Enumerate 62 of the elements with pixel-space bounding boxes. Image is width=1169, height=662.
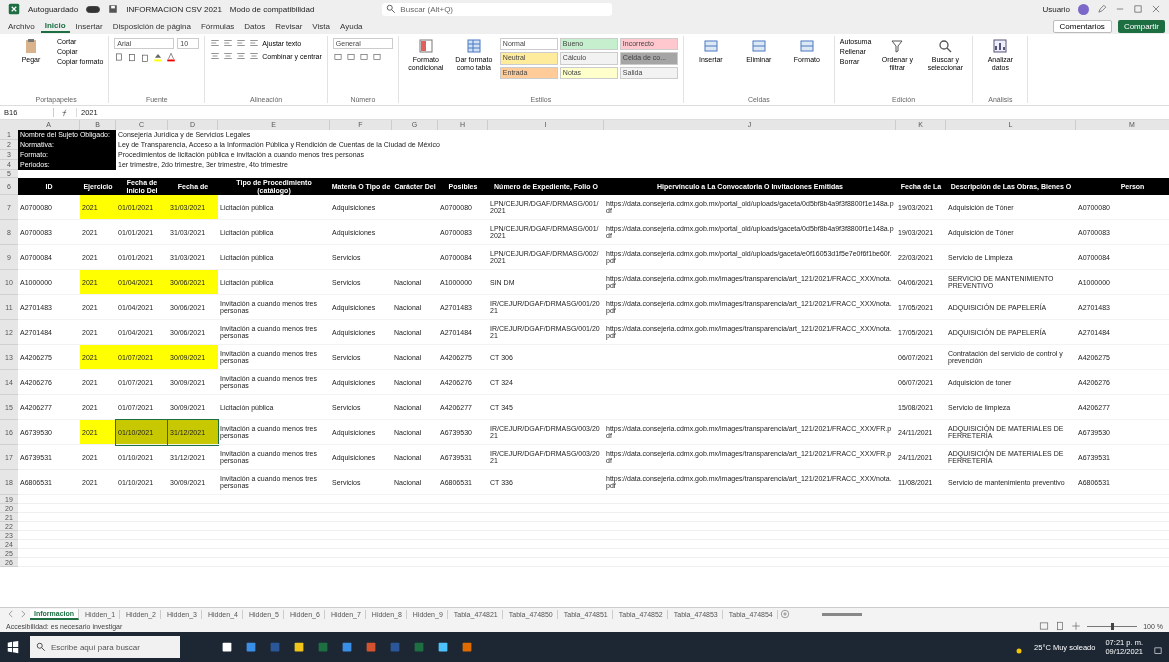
ribbon-tab[interactable]: Inicio: [40, 19, 70, 33]
align-icon[interactable]: [236, 38, 247, 48]
user-name: Usuario: [1042, 4, 1070, 14]
ribbon-tab[interactable]: Revisar: [271, 20, 307, 32]
align-icon[interactable]: [249, 38, 260, 48]
number-format-icon[interactable]: [358, 52, 369, 62]
grid-icon[interactable]: [702, 38, 719, 54]
horizontal-scrollbar[interactable]: [821, 612, 862, 616]
file-name: INFORMACION CSV 2021: [126, 4, 222, 14]
sort-filter-icon[interactable]: [889, 38, 906, 54]
excel-logo-icon[interactable]: [8, 3, 20, 15]
comments-button[interactable]: Comentarios: [1052, 19, 1112, 33]
autosave-label: Autoguardado: [28, 4, 79, 14]
close-icon[interactable]: [1151, 4, 1161, 14]
page-break-icon[interactable]: [1071, 621, 1082, 631]
ribbon-tab[interactable]: Disposición de página: [108, 20, 195, 32]
number-format-icon[interactable]: [371, 52, 382, 62]
user-avatar[interactable]: [1078, 3, 1089, 15]
clipboard-icon[interactable]: [23, 38, 39, 54]
chart-icon[interactable]: [992, 38, 1009, 54]
table-color-icon[interactable]: [417, 38, 434, 54]
share-button[interactable]: Compartir: [1117, 19, 1165, 33]
align-icon[interactable]: [249, 51, 260, 61]
ribbon-tab[interactable]: Archivo: [4, 20, 39, 32]
windows-logo-icon[interactable]: [6, 640, 20, 654]
align-icon[interactable]: [210, 38, 221, 48]
add-sheet-icon[interactable]: [779, 609, 790, 619]
ribbon-tab[interactable]: Insertar: [71, 20, 107, 32]
ribbon-tab[interactable]: Datos: [240, 20, 270, 32]
search-field[interactable]: Buscar (Alt+Q): [382, 2, 613, 16]
app-icon[interactable]: [292, 640, 306, 654]
autosave-toggle[interactable]: [86, 5, 101, 13]
number-format-icon[interactable]: [345, 52, 356, 62]
search-icon[interactable]: [386, 4, 397, 14]
search-placeholder: Buscar (Alt+Q): [400, 4, 454, 14]
font-color-icon[interactable]: [166, 52, 177, 62]
table-icon[interactable]: [465, 38, 482, 54]
app-icon[interactable]: [436, 640, 450, 654]
search-icon[interactable]: [937, 38, 954, 54]
search-icon[interactable]: [36, 642, 46, 652]
number-format-icon[interactable]: [332, 52, 343, 62]
next-sheet-icon[interactable]: [18, 609, 28, 619]
zoom-slider-thumb[interactable]: [1111, 622, 1115, 630]
app-icon[interactable]: [220, 640, 234, 654]
ribbon-tab[interactable]: Vista: [308, 20, 334, 32]
grid-icon[interactable]: [750, 38, 767, 54]
taskbar-search-field[interactable]: Escribe aquí para buscar: [30, 636, 180, 658]
compat-mode: Modo de compatibilidad: [229, 4, 315, 14]
maximize-icon[interactable]: [1133, 4, 1143, 14]
previous-sheet-icon[interactable]: [6, 609, 16, 619]
align-icon[interactable]: [223, 51, 234, 61]
ribbon-tab[interactable]: Ayuda: [336, 20, 367, 32]
grid-icon[interactable]: [798, 38, 815, 54]
align-icon[interactable]: [223, 38, 234, 48]
fill-color-icon[interactable]: [153, 52, 164, 62]
save-icon[interactable]: [108, 4, 119, 14]
normal-view-icon[interactable]: [1039, 621, 1050, 631]
ribbon-tab[interactable]: Fórmulas: [197, 20, 239, 32]
align-icon[interactable]: [236, 51, 247, 61]
pen-icon[interactable]: [1097, 4, 1107, 14]
page-layout-icon[interactable]: [1055, 621, 1066, 631]
align-icon[interactable]: [210, 51, 221, 61]
